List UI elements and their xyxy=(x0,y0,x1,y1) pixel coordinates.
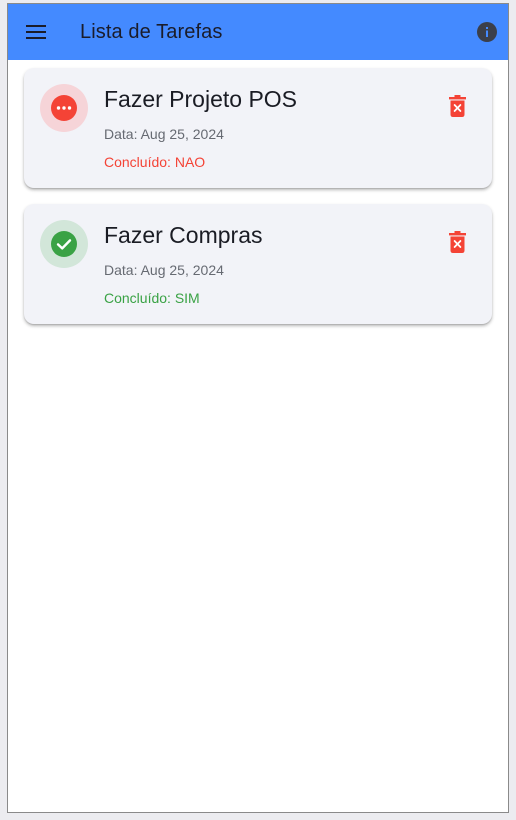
task-date-label: Data: xyxy=(104,126,141,142)
task-status: Concluído: SIM xyxy=(104,290,200,306)
app-window: Lista de Tarefas Fazer Projeto POS Data:… xyxy=(7,3,509,813)
menu-button[interactable] xyxy=(24,20,48,44)
delete-forever-icon xyxy=(448,231,466,253)
task-status-value: NAO xyxy=(174,154,206,170)
task-date-value: Aug 25, 2024 xyxy=(140,262,224,278)
app-bar: Lista de Tarefas xyxy=(8,4,508,60)
task-status-avatar[interactable] xyxy=(40,84,88,132)
delete-forever-icon xyxy=(448,95,466,117)
task-status: Concluído: NAO xyxy=(104,154,205,170)
task-status-value: SIM xyxy=(174,290,200,306)
task-title: Fazer Compras xyxy=(104,222,263,248)
task-date-label: Data: xyxy=(104,262,141,278)
task-card[interactable]: Fazer Projeto POS Data: Aug 25, 2024 Con… xyxy=(24,68,492,188)
delete-task-button[interactable] xyxy=(446,230,468,254)
info-button[interactable] xyxy=(476,21,498,43)
task-list: Fazer Projeto POS Data: Aug 25, 2024 Con… xyxy=(24,68,492,340)
delete-task-button[interactable] xyxy=(446,94,468,118)
task-date: Data: Aug 25, 2024 xyxy=(104,126,224,142)
check-circle-icon xyxy=(51,231,77,257)
task-status-label: Concluído: xyxy=(104,290,175,306)
task-title: Fazer Projeto POS xyxy=(104,86,298,112)
task-card[interactable]: Fazer Compras Data: Aug 25, 2024 Concluí… xyxy=(24,204,492,324)
menu-icon xyxy=(26,25,46,39)
task-date-value: Aug 25, 2024 xyxy=(140,126,224,142)
more-horiz-icon xyxy=(51,95,77,121)
task-status-label: Concluído: xyxy=(104,154,175,170)
info-icon xyxy=(477,22,497,42)
task-status-avatar[interactable] xyxy=(40,220,88,268)
task-date: Data: Aug 25, 2024 xyxy=(104,262,224,278)
page-title: Lista de Tarefas xyxy=(80,20,223,43)
